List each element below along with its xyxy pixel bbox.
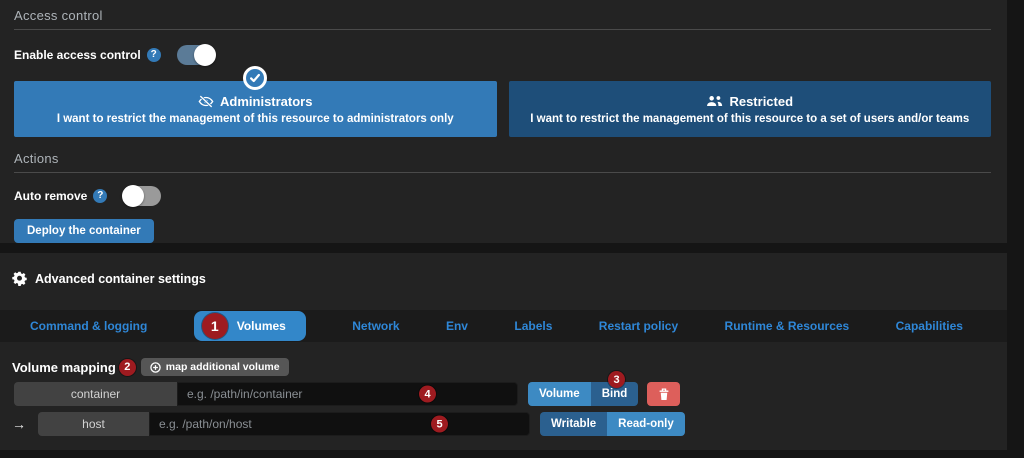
auto-remove-toggle[interactable] — [123, 186, 161, 206]
tab-network[interactable]: Network — [352, 319, 399, 333]
container-addon-label: container — [14, 382, 177, 406]
host-path-input[interactable] — [149, 412, 530, 436]
deploy-container-button[interactable]: Deploy the container — [14, 219, 154, 243]
ownership-option-administrators[interactable]: Administrators I want to restrict the ma… — [14, 81, 497, 137]
tab-command-logging[interactable]: Command & logging — [30, 319, 147, 333]
restricted-title-row: Restricted — [706, 94, 793, 109]
volume-mapping-heading: Volume mapping 2 map additional volume — [12, 358, 993, 376]
help-icon[interactable]: ? — [147, 48, 161, 62]
actions-section-title: Actions — [14, 137, 991, 166]
volume-type-volume-button[interactable]: Volume — [528, 382, 591, 406]
selected-check-icon — [243, 66, 267, 90]
volume-container-row: container 4 Volume Bind 3 — [14, 382, 993, 406]
volume-mode-button-group: Writable Read-only — [540, 412, 685, 436]
ownership-option-restricted[interactable]: Restricted I want to restrict the manage… — [509, 81, 992, 137]
toggle-knob — [194, 44, 216, 66]
volume-mapping-title: Volume mapping — [12, 360, 116, 375]
trash-icon — [658, 388, 670, 401]
container-path-input[interactable] — [177, 382, 518, 406]
administrators-title: Administrators — [220, 94, 312, 109]
annotation-badge-5: 5 — [431, 416, 448, 433]
annotation-badge-2: 2 — [119, 359, 136, 376]
administrators-description: I want to restrict the management of thi… — [57, 113, 454, 125]
deploy-container-page: Access control Enable access control ? — [0, 0, 1024, 458]
tab-labels[interactable]: Labels — [514, 319, 552, 333]
host-path-field-wrap: 5 — [149, 412, 530, 436]
restricted-title: Restricted — [729, 94, 793, 109]
remove-volume-button[interactable] — [647, 382, 680, 406]
map-additional-volume-button[interactable]: map additional volume — [141, 358, 289, 376]
tab-env[interactable]: Env — [446, 319, 468, 333]
enable-access-control-row: Enable access control ? — [14, 45, 991, 65]
advanced-settings-panel: Advanced container settings Command & lo… — [0, 253, 1007, 450]
help-icon[interactable]: ? — [93, 189, 107, 203]
volume-mode-writable-button[interactable]: Writable — [540, 412, 607, 436]
advanced-settings-header: Advanced container settings — [12, 271, 993, 286]
tab-restart-policy[interactable]: Restart policy — [599, 319, 678, 333]
settings-tab-bar: Command & logging 1 Volumes Network Env … — [0, 310, 1007, 342]
annotation-badge-4: 4 — [419, 386, 436, 403]
access-control-section-title: Access control — [14, 0, 991, 23]
tab-volumes-label: Volumes — [237, 319, 286, 333]
volume-mode-readonly-button[interactable]: Read-only — [607, 412, 685, 436]
annotation-badge-3: 3 — [608, 371, 625, 388]
map-additional-volume-label: map additional volume — [166, 361, 280, 373]
tab-runtime-resources[interactable]: Runtime & Resources — [725, 319, 850, 333]
enable-access-control-toggle[interactable] — [177, 45, 215, 65]
section-divider — [14, 172, 991, 173]
gear-icon — [12, 271, 27, 286]
tab-volumes[interactable]: 1 Volumes — [194, 311, 306, 341]
annotation-badge-1: 1 — [202, 313, 228, 339]
auto-remove-row: Auto remove ? — [14, 186, 991, 206]
ownership-box-selector: Administrators I want to restrict the ma… — [14, 81, 991, 137]
users-icon — [706, 95, 723, 107]
restricted-description: I want to restrict the management of thi… — [530, 113, 969, 125]
eye-slash-icon — [198, 95, 214, 108]
container-path-field-wrap: 4 — [177, 382, 518, 406]
section-divider — [14, 29, 991, 30]
plus-circle-icon — [150, 362, 161, 373]
access-control-panel: Access control Enable access control ? — [0, 0, 1007, 243]
toggle-knob — [122, 185, 144, 207]
advanced-settings-title: Advanced container settings — [35, 272, 206, 286]
volume-type-button-group: Volume Bind 3 — [528, 382, 638, 406]
host-addon-label: host — [38, 412, 149, 436]
tab-capabilities[interactable]: Capabilities — [896, 319, 963, 333]
arrow-right-icon: → — [12, 416, 38, 432]
enable-access-control-label: Enable access control — [14, 48, 141, 62]
volume-host-row: → host 5 Writable Read-only — [12, 412, 993, 436]
administrators-title-row: Administrators — [198, 94, 312, 109]
auto-remove-label: Auto remove — [14, 189, 87, 203]
